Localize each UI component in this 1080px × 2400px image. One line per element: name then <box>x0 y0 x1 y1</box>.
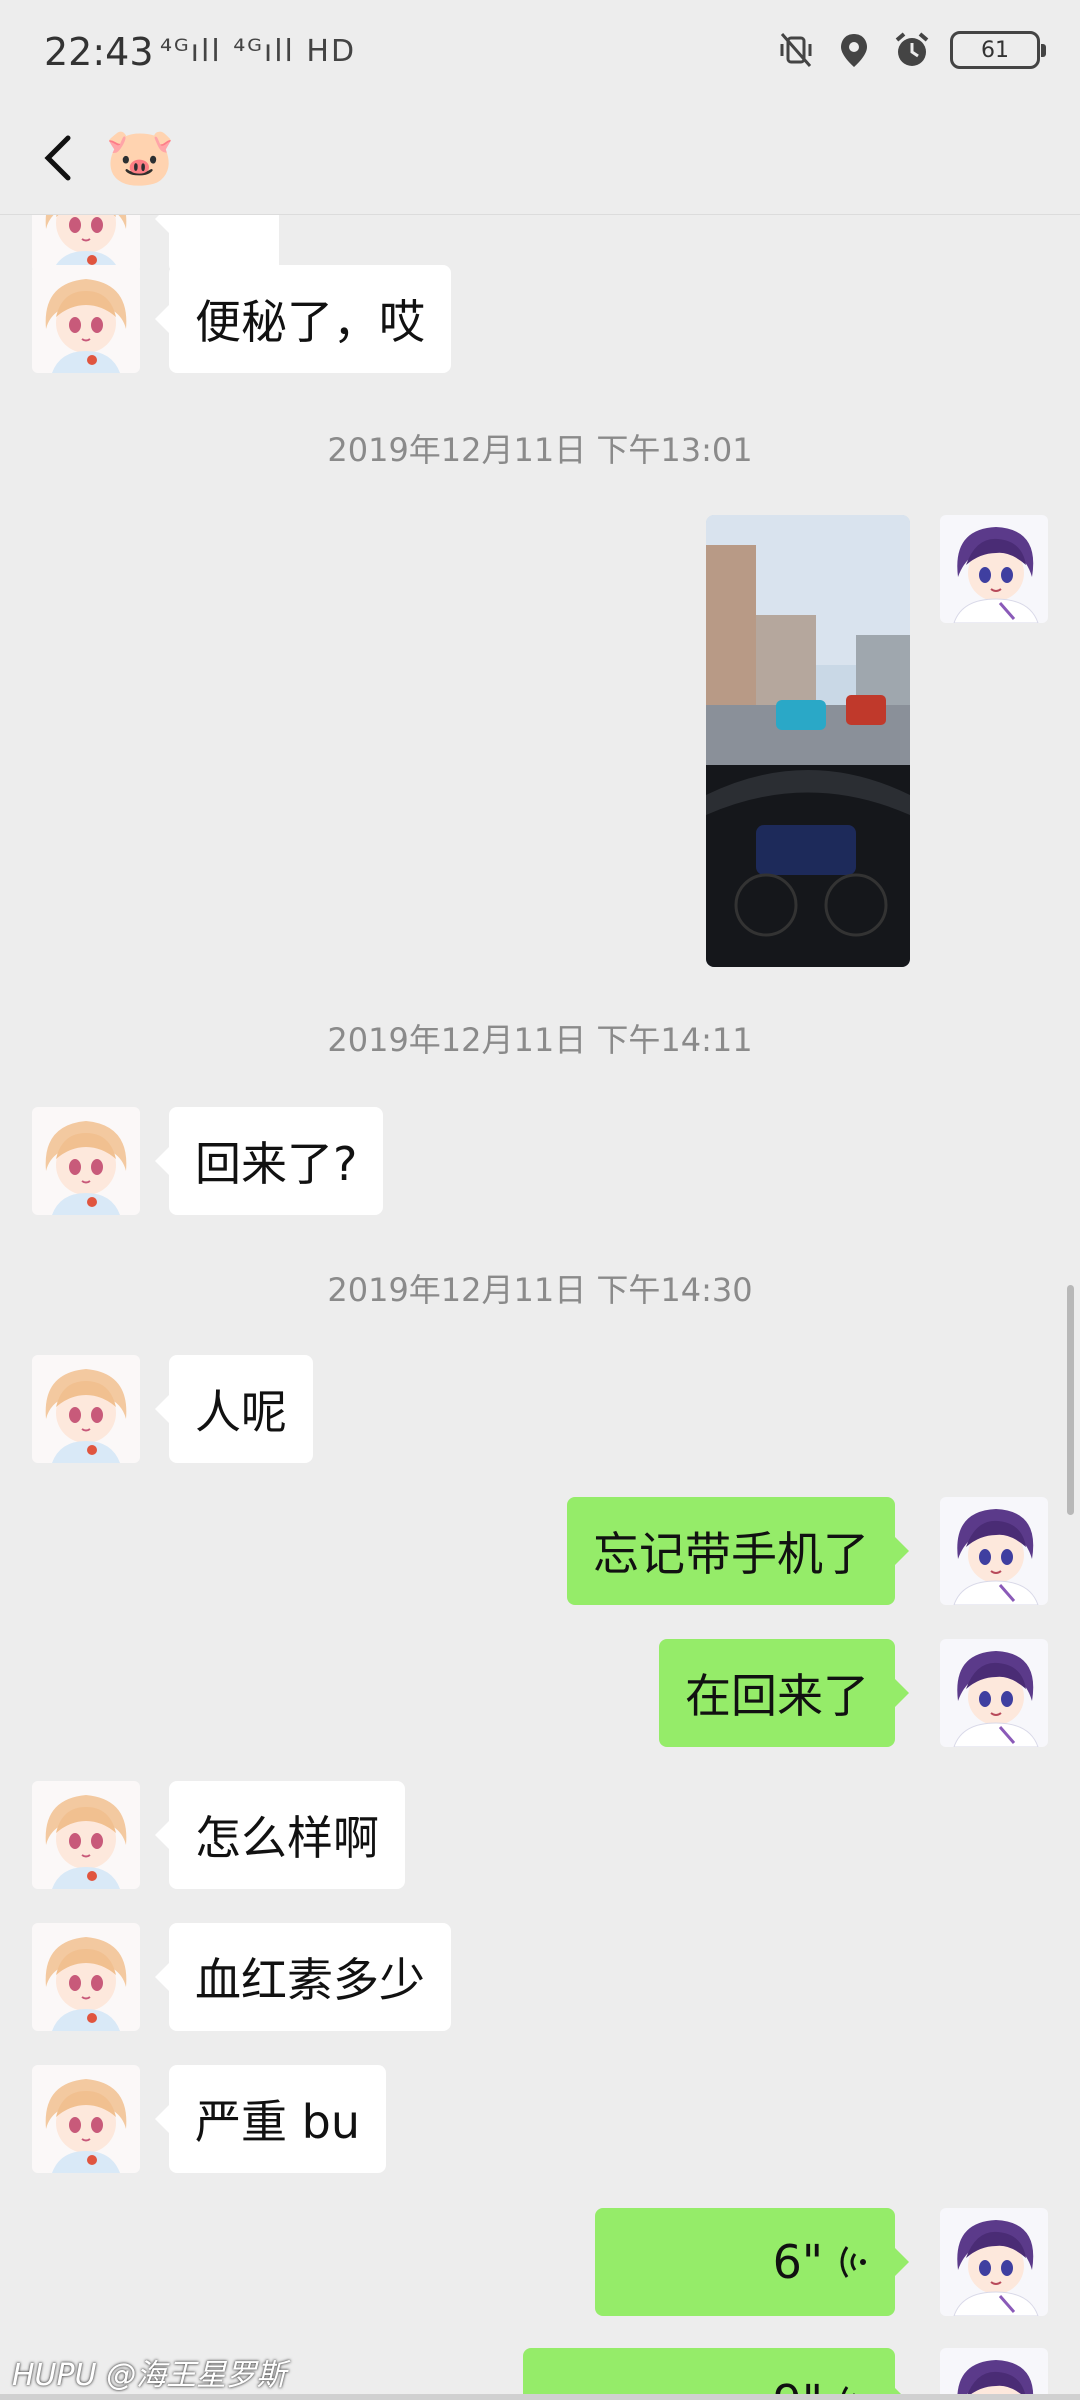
signal-icons: ⁴ᴳıll ⁴ᴳıll HD <box>160 34 357 69</box>
contact-avatar[interactable] <box>32 265 140 373</box>
my-avatar[interactable] <box>940 2208 1048 2316</box>
voice-message[interactable]: 9" <box>523 2348 909 2400</box>
chat-header: 🐷 <box>0 108 1080 215</box>
message-bubble[interactable]: 忘记带手机了 <box>567 1497 909 1605</box>
contact-avatar[interactable] <box>32 1923 140 2031</box>
timestamp: 2019年12月11日 下午13:01 <box>327 431 753 469</box>
timestamp: 2019年12月11日 下午14:11 <box>327 1021 753 1059</box>
voice-wave-icon <box>840 2246 866 2278</box>
status-right-icons: 61 <box>776 30 1046 70</box>
message-bubble[interactable]: 怎么样啊 <box>155 1781 405 1889</box>
contact-avatar[interactable] <box>32 1781 140 1889</box>
scrollbar-thumb[interactable] <box>1067 1285 1074 1515</box>
voice-message[interactable]: 6" <box>595 2208 909 2316</box>
my-avatar[interactable] <box>940 2348 1048 2400</box>
message-bubble[interactable]: 在回来了 <box>659 1639 909 1747</box>
back-button[interactable] <box>30 128 90 188</box>
timestamp: 2019年12月11日 下午14:30 <box>327 1271 753 1309</box>
contact-avatar[interactable] <box>32 1355 140 1463</box>
watermark: HUPU @海王星罗斯 <box>12 2358 287 2393</box>
message-bubble[interactable]: 人呢 <box>155 1355 313 1463</box>
my-avatar[interactable] <box>940 1639 1048 1747</box>
message-bubble[interactable]: 血红素多少 <box>155 1923 451 2031</box>
my-avatar[interactable] <box>940 515 1048 623</box>
status-time: 22:43 <box>44 30 154 74</box>
message-bubble[interactable]: 严重 bu <box>155 2065 386 2173</box>
photo-message[interactable] <box>706 515 910 967</box>
contact-avatar[interactable] <box>32 2065 140 2173</box>
voice-duration: 6" <box>772 2235 823 2289</box>
message-bubble[interactable]: 便秘了，哎 <box>155 265 451 373</box>
message-bubble[interactable]: 回来了? <box>154 1107 384 1215</box>
contact-avatar[interactable] <box>32 1107 140 1215</box>
location-icon <box>841 34 867 67</box>
alarm-icon <box>895 32 929 66</box>
message-list[interactable]: 便秘了，哎 2019年12月11日 下午13:01 2019年12月11日 下午… <box>0 215 1080 2400</box>
bottom-edge <box>0 2394 1080 2400</box>
vibrate-off-icon <box>780 33 812 67</box>
my-avatar[interactable] <box>940 1497 1048 1605</box>
chat-title: 🐷 <box>105 125 175 190</box>
battery-icon: 61 <box>950 31 1046 69</box>
status-bar: 22:43 ⁴ᴳıll ⁴ᴳıll HD 61 <box>0 0 1080 108</box>
